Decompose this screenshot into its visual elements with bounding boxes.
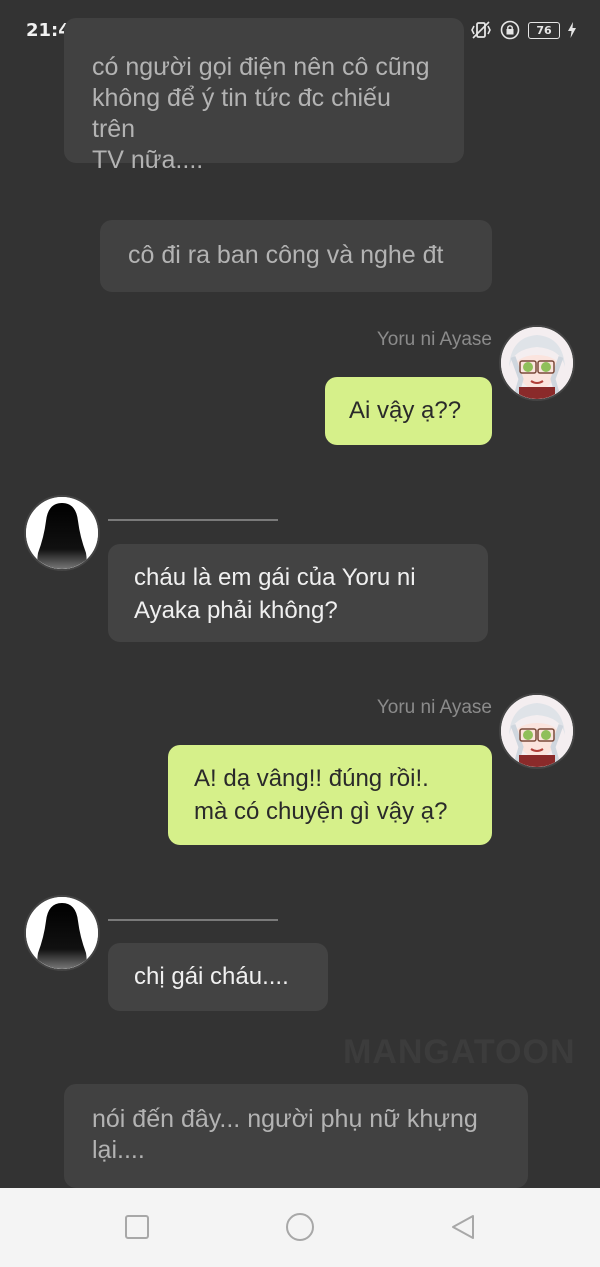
sender-name: Yoru ni Ayase	[376, 697, 492, 718]
message-line: Ayaka phải không?	[134, 597, 338, 624]
back-icon[interactable]	[449, 1213, 477, 1241]
sender-name: Yoru ni Ayase	[376, 329, 492, 350]
message-text: chị gái cháu....	[134, 963, 289, 990]
narration-line: lại....	[92, 1136, 145, 1164]
narration-line: không để ý tin tức đc chiếu trên	[92, 84, 391, 143]
sender-name-placeholder	[108, 519, 278, 521]
other-message-bubble: cháu là em gái của Yoru ni Ayaka phải kh…	[108, 544, 488, 642]
other-message-bubble: chị gái cháu....	[108, 943, 328, 1011]
message-line: mà có chuyện gì vậy ạ?	[194, 798, 448, 825]
charging-icon	[568, 22, 576, 38]
lock-icon	[500, 20, 520, 40]
my-message-bubble: Ai vậy ạ??	[325, 377, 492, 445]
narration-bubble: nói đến đây... người phụ nữ khựng lại...…	[64, 1084, 528, 1188]
character-avatar-image	[501, 695, 573, 767]
message-text: Ai vậy ạ??	[349, 397, 462, 424]
narration-line: cô đi ra ban công và nghe đt	[128, 241, 444, 269]
silhouette-avatar-image	[26, 897, 98, 969]
avatar-unknown[interactable]	[24, 895, 100, 971]
status-icons-right: 76	[470, 20, 576, 40]
battery-icon: 76	[528, 21, 560, 39]
narration-line: TV nữa....	[92, 146, 204, 174]
watermark: MANGATOON	[343, 1033, 576, 1071]
sender-name-placeholder	[108, 919, 278, 921]
narration-bubble: cô đi ra ban công và nghe đt	[100, 220, 492, 292]
home-icon[interactable]	[284, 1213, 316, 1245]
narration-line: có người gọi điện nên cô cũng	[92, 53, 430, 81]
recent-apps-icon[interactable]	[123, 1213, 151, 1241]
navigation-bar	[0, 1188, 600, 1267]
avatar-ayase[interactable]	[499, 325, 575, 401]
avatar-unknown[interactable]	[24, 495, 100, 571]
narration-bubble: có người gọi điện nên cô cũng không để ý…	[64, 18, 464, 174]
vibrate-icon	[471, 21, 491, 39]
my-message-bubble: A! dạ vâng!! đúng rồi!. mà có chuyện gì …	[168, 745, 492, 845]
message-line: A! dạ vâng!! đúng rồi!.	[194, 765, 429, 792]
avatar-ayase[interactable]	[499, 693, 575, 769]
message-line: cháu là em gái của Yoru ni	[134, 564, 416, 591]
narration-line: nói đến đây... người phụ nữ khựng	[92, 1105, 478, 1133]
character-avatar-image	[501, 327, 573, 399]
silhouette-avatar-image	[26, 497, 98, 569]
